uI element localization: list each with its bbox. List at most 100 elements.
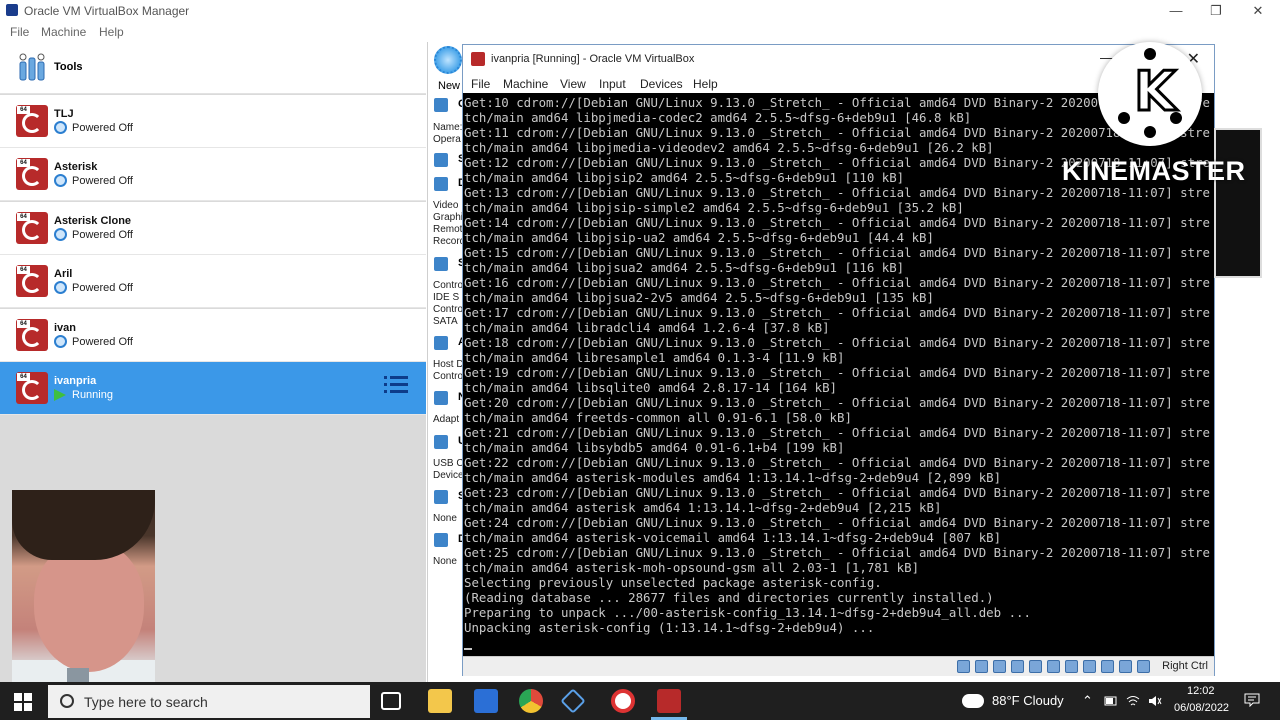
vm-name: ivanpria <box>54 375 97 387</box>
detail-fragment: Contro <box>433 304 464 315</box>
battery-icon[interactable] <box>1104 695 1118 707</box>
weather-text[interactable]: 88°F Cloudy <box>992 693 1064 708</box>
close-button[interactable]: ✕ <box>1242 2 1274 20</box>
background-window <box>1214 128 1262 278</box>
hard-disk-icon[interactable] <box>957 660 970 673</box>
audio-status-icon[interactable] <box>993 660 1006 673</box>
usb-status-icon[interactable] <box>1029 660 1042 673</box>
vm-name: Asterisk Clone <box>54 215 132 227</box>
vm-menu-file[interactable]: File <box>471 77 490 91</box>
terminal-line: tch/main amd64 libpjsip-ua2 amd64 2.5.5~… <box>464 230 934 245</box>
terminal-line: Get:24 cdrom://[Debian GNU/Linux 9.13.0 … <box>464 515 1210 530</box>
terminal-cursor-line <box>464 635 1214 650</box>
detail-fragment: None <box>433 556 457 567</box>
tools-item[interactable]: Tools <box>0 42 426 94</box>
vm-item-asterisk-clone[interactable]: 64 Asterisk Clone Powered Off <box>0 202 426 255</box>
powered-off-icon <box>54 281 67 294</box>
terminal-line: tch/main amd64 libpjmedia-videodev2 amd6… <box>464 140 994 155</box>
vm-item-aril[interactable]: 64 Aril Powered Off <box>0 255 426 308</box>
task-view-icon[interactable] <box>381 692 401 710</box>
vm-menu-view[interactable]: View <box>560 77 586 91</box>
vm-item-asterisk[interactable]: 64 Asterisk Powered Off <box>0 148 426 201</box>
volume-icon[interactable] <box>1148 695 1162 707</box>
mouse-integration-icon[interactable] <box>1119 660 1132 673</box>
menu-machine[interactable]: Machine <box>41 25 86 39</box>
wifi-icon[interactable] <box>1126 695 1140 707</box>
debian-icon: 64 <box>16 158 48 190</box>
chevron-up-icon[interactable]: ⌃ <box>1082 693 1093 709</box>
shared-folder-status-icon[interactable] <box>1047 660 1060 673</box>
running-arrow-icon <box>54 389 66 401</box>
logo-dot <box>1118 112 1130 124</box>
terminal-line: tch/main amd64 libpjsua2-2v5 amd64 2.5.5… <box>464 290 934 305</box>
vm-item-tlj[interactable]: 64 TLJ Powered Off <box>0 95 426 148</box>
terminal-line: (Reading database ... 28677 files and di… <box>464 590 994 605</box>
vm-menu-input[interactable]: Input <box>599 77 626 91</box>
manager-menubar: File Machine Help <box>0 22 430 42</box>
chrome-icon[interactable] <box>519 689 543 713</box>
virtualbox-taskbar-icon[interactable] <box>560 688 586 714</box>
vm-list: Tools 64 TLJ Powered Off 64 Asterisk Pow… <box>0 42 426 720</box>
terminal-line: tch/main amd64 libresample1 amd64 0.1.3-… <box>464 350 845 365</box>
minimize-button[interactable]: — <box>1160 2 1192 20</box>
terminal-line: Get:11 cdrom://[Debian GNU/Linux 9.13.0 … <box>464 125 1210 140</box>
vm-menu-icon[interactable] <box>384 376 408 398</box>
tools-label: Tools <box>54 61 83 73</box>
clock-date[interactable]: 06/08/2022 <box>1174 702 1229 714</box>
record-icon[interactable] <box>611 689 635 713</box>
powered-off-icon <box>54 121 67 134</box>
menu-help[interactable]: Help <box>99 25 124 39</box>
keyboard-status-icon[interactable] <box>1137 660 1150 673</box>
kinemaster-logo: K <box>1098 42 1202 146</box>
terminal-line: Get:22 cdrom://[Debian GNU/Linux 9.13.0 … <box>464 455 1210 470</box>
notification-icon[interactable] <box>1244 693 1260 707</box>
debian-vm-taskbar-icon[interactable] <box>657 689 681 713</box>
search-icon <box>60 694 74 708</box>
cloud-icon <box>962 694 984 708</box>
optical-drive-icon[interactable] <box>975 660 988 673</box>
terminal-line: Get:15 cdrom://[Debian GNU/Linux 9.13.0 … <box>464 245 1210 260</box>
vm-menu-devices[interactable]: Devices <box>640 77 683 91</box>
vm-status: Powered Off <box>72 282 133 294</box>
debian-icon: 64 <box>16 265 48 297</box>
logo-dot <box>1144 48 1156 60</box>
debian-icon: 64 <box>16 372 48 404</box>
virtualbox-icon <box>6 4 18 16</box>
network-status-icon[interactable] <box>1011 660 1024 673</box>
video-capture-icon[interactable] <box>1083 660 1096 673</box>
vm-name: Asterisk <box>54 161 98 173</box>
tools-icon <box>19 53 45 81</box>
vm-item-ivan[interactable]: 64 ivan Powered Off <box>0 309 426 362</box>
debian-icon: 64 <box>16 105 48 137</box>
microsoft-store-icon[interactable] <box>474 689 498 713</box>
menu-file[interactable]: File <box>10 25 29 39</box>
detail-fragment: Name: <box>433 122 463 133</box>
terminal-line: tch/main amd64 asterisk amd64 1:13.14.1~… <box>464 500 942 515</box>
terminal-line: Get:20 cdrom://[Debian GNU/Linux 9.13.0 … <box>464 395 1210 410</box>
clock-time[interactable]: 12:02 <box>1187 685 1215 697</box>
vm-status: Powered Off <box>72 229 133 241</box>
vm-menu-machine[interactable]: Machine <box>503 77 548 91</box>
display-status-icon[interactable] <box>1065 660 1078 673</box>
detail-fragment: Record <box>433 236 466 247</box>
new-vm-icon <box>434 46 462 74</box>
new-button[interactable]: New <box>432 44 464 92</box>
vm-name: Aril <box>54 268 73 280</box>
vm-item-ivanpria[interactable]: 64 ivanpria Running <box>0 362 426 415</box>
terminal-line: Get:16 cdrom://[Debian GNU/Linux 9.13.0 … <box>464 275 1210 290</box>
terminal-line: tch/main amd64 freetds-common all 0.91-6… <box>464 410 852 425</box>
vm-menu-help[interactable]: Help <box>693 77 718 91</box>
start-button[interactable] <box>14 693 32 711</box>
usb-icon <box>434 435 448 449</box>
file-explorer-icon[interactable] <box>428 689 452 713</box>
manager-titlebar: Oracle VM VirtualBox Manager — ❐ ✕ <box>0 0 1280 22</box>
terminal-line: tch/main amd64 asterisk-modules amd64 1:… <box>464 470 1002 485</box>
detail-fragment: Contro <box>433 280 464 291</box>
terminal-line: Get:23 cdrom://[Debian GNU/Linux 9.13.0 … <box>464 485 1210 500</box>
taskbar-search[interactable]: Type here to search <box>48 685 370 718</box>
kinemaster-k-letter: K <box>1133 60 1178 123</box>
terminal-line: Get:17 cdrom://[Debian GNU/Linux 9.13.0 … <box>464 305 1210 320</box>
cpu-status-icon[interactable] <box>1101 660 1114 673</box>
maximize-button[interactable]: ❐ <box>1200 2 1232 20</box>
vm-status: Powered Off <box>72 175 133 187</box>
